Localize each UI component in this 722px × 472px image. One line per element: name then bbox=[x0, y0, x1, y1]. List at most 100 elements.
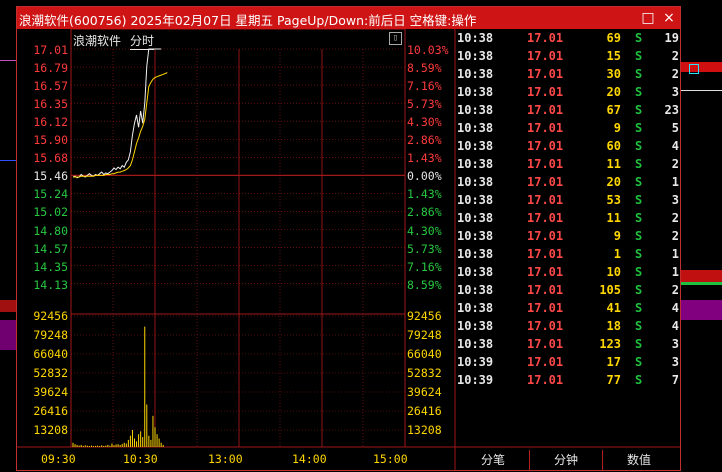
price-tick-label: 15.02 bbox=[33, 205, 68, 220]
percent-tick-label: 5.73% bbox=[407, 97, 442, 112]
trade-time: 10:38 bbox=[457, 319, 494, 333]
trade-row: 10:38 17.01 9 S 5 bbox=[457, 121, 679, 139]
trade-vol: 30 bbox=[606, 67, 621, 81]
percent-tick-label: 4.30% bbox=[407, 223, 442, 238]
trade-vol: 9 bbox=[613, 229, 621, 243]
price-tick-label: 14.57 bbox=[33, 241, 68, 256]
stock-name: 浪潮软件 bbox=[73, 34, 122, 48]
price-tick-label: 17.01 bbox=[33, 43, 68, 57]
bottom-tabs: 分笔 分钟 数值 bbox=[457, 450, 680, 470]
trade-row: 10:38 17.01 60 S 4 bbox=[457, 139, 679, 157]
trade-row: 10:38 17.01 105 S 2 bbox=[457, 283, 679, 301]
trade-price: 17.01 bbox=[527, 31, 564, 45]
trade-count: 4 bbox=[671, 301, 679, 315]
trade-price: 17.01 bbox=[527, 355, 564, 369]
trade-row: 10:38 17.01 15 S 2 bbox=[457, 49, 679, 67]
percent-tick-label: 7.16% bbox=[407, 79, 442, 94]
trade-count: 4 bbox=[671, 139, 679, 153]
trade-row: 10:38 17.01 1 S 1 bbox=[457, 247, 679, 265]
trade-row: 10:38 17.01 41 S 4 bbox=[457, 301, 679, 319]
trade-row: 10:38 17.01 10 S 1 bbox=[457, 265, 679, 283]
trade-count: 1 bbox=[671, 175, 679, 189]
tab-minute[interactable]: 分钟 bbox=[530, 450, 603, 470]
trade-time: 10:38 bbox=[457, 283, 494, 297]
percent-tick-label: 2.86% bbox=[407, 205, 442, 220]
trade-price: 17.01 bbox=[527, 121, 564, 135]
expand-icon[interactable]: ▯ bbox=[389, 32, 402, 45]
trade-bs: S bbox=[635, 319, 643, 333]
trade-vol: 60 bbox=[606, 139, 621, 153]
trade-time: 10:38 bbox=[457, 103, 494, 117]
time-tick-label: 10:30 bbox=[123, 452, 158, 466]
trade-bs: S bbox=[635, 85, 643, 99]
volume-tick-label-right: 92456 bbox=[407, 309, 442, 323]
trade-bs: S bbox=[635, 49, 643, 63]
trade-bs: S bbox=[635, 301, 643, 315]
tab-ticks[interactable]: 分笔 bbox=[457, 450, 530, 470]
trade-price: 17.01 bbox=[527, 337, 564, 351]
trade-count: 2 bbox=[671, 211, 679, 225]
trade-vol: 105 bbox=[599, 283, 621, 297]
trade-vol: 9 bbox=[613, 121, 621, 135]
volume-tick-label: 66040 bbox=[33, 347, 68, 361]
percent-tick-label: 5.73% bbox=[407, 241, 442, 256]
trade-bs: S bbox=[635, 193, 643, 207]
trade-count: 3 bbox=[671, 355, 679, 369]
trade-bs: S bbox=[635, 283, 643, 297]
trade-bs: S bbox=[635, 139, 643, 153]
trade-time: 10:38 bbox=[457, 175, 494, 189]
trade-time: 10:38 bbox=[457, 265, 494, 279]
trade-time: 10:38 bbox=[457, 85, 494, 99]
price-tick-label: 14.13 bbox=[33, 277, 68, 292]
trade-vol: 20 bbox=[606, 85, 621, 99]
trade-time: 10:39 bbox=[457, 355, 494, 369]
time-tick-label: 15:00 bbox=[373, 452, 408, 466]
trade-row: 10:38 17.01 30 S 2 bbox=[457, 67, 679, 85]
trade-vol: 123 bbox=[599, 337, 621, 351]
trade-row: 10:38 17.01 9 S 2 bbox=[457, 229, 679, 247]
trade-bs: S bbox=[635, 265, 643, 279]
tab-values[interactable]: 数值 bbox=[603, 450, 675, 470]
volume-tick-label: 39624 bbox=[33, 385, 68, 399]
trade-price: 17.01 bbox=[527, 175, 564, 189]
trade-count: 5 bbox=[671, 121, 679, 135]
trade-time: 10:39 bbox=[457, 373, 494, 387]
volume-tick-label-right: 13208 bbox=[407, 423, 442, 437]
trade-price: 17.01 bbox=[527, 139, 564, 153]
volume-tick-label-right: 26416 bbox=[407, 404, 442, 418]
percent-tick-label: 7.16% bbox=[407, 259, 442, 274]
trade-row: 10:38 17.01 20 S 3 bbox=[457, 85, 679, 103]
trade-time: 10:38 bbox=[457, 49, 494, 63]
volume-tick-label-right: 39624 bbox=[407, 385, 442, 399]
trade-vol: 67 bbox=[606, 103, 621, 117]
trade-bs: S bbox=[635, 31, 643, 45]
trade-vol: 18 bbox=[606, 319, 621, 333]
trade-price: 17.01 bbox=[527, 229, 564, 243]
trade-bs: S bbox=[635, 211, 643, 225]
volume-tick-label-right: 79248 bbox=[407, 328, 442, 342]
trade-bs: S bbox=[635, 337, 643, 351]
trade-bs: S bbox=[635, 355, 643, 369]
trade-time: 10:38 bbox=[457, 211, 494, 225]
price-tick-label: 15.90 bbox=[33, 133, 68, 148]
trade-bs: S bbox=[635, 157, 643, 171]
trade-price: 17.01 bbox=[527, 319, 564, 333]
trade-count: 2 bbox=[671, 49, 679, 63]
percent-tick-label: 0.00% bbox=[407, 169, 442, 184]
volume-tick-label: 26416 bbox=[33, 404, 68, 418]
price-tick-label: 14.35 bbox=[33, 259, 68, 274]
trade-row: 10:39 17.01 17 S 3 bbox=[457, 355, 679, 373]
trade-row: 10:39 17.01 77 S 7 bbox=[457, 373, 679, 391]
time-tick-label: 14:00 bbox=[292, 452, 327, 466]
time-tick-label: 09:30 bbox=[41, 452, 76, 466]
trade-count: 4 bbox=[671, 319, 679, 333]
trade-count: 1 bbox=[671, 265, 679, 279]
percent-tick-label: 1.43% bbox=[407, 187, 442, 202]
trade-time: 10:38 bbox=[457, 193, 494, 207]
trade-row: 10:38 17.01 53 S 3 bbox=[457, 193, 679, 211]
trade-time: 10:38 bbox=[457, 337, 494, 351]
trade-row: 10:38 17.01 11 S 2 bbox=[457, 157, 679, 175]
mode-tab-timeshare[interactable]: 分时 bbox=[130, 32, 155, 50]
trade-price: 17.01 bbox=[527, 301, 564, 315]
volume-tick-label: 92456 bbox=[33, 309, 68, 323]
